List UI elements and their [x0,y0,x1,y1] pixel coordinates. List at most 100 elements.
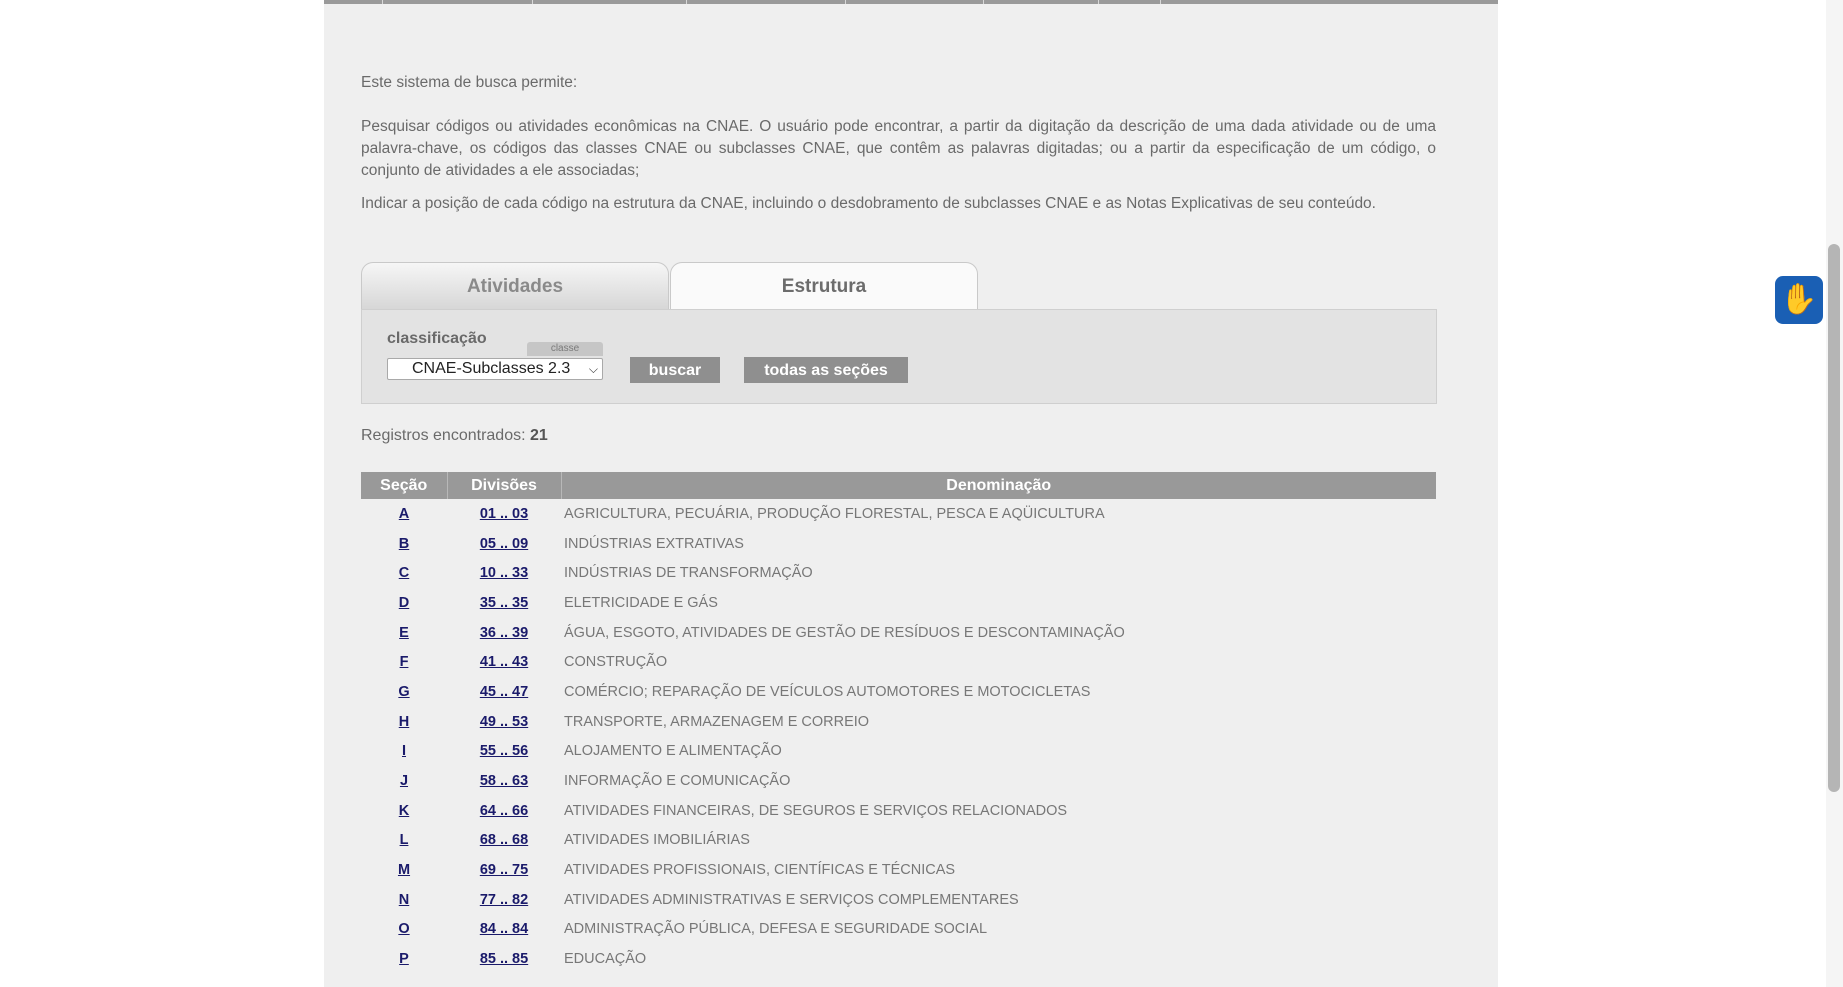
table-row: G 45 .. 47 COMÉRCIO; REPARAÇÃO DE VEÍCULOS… [361,677,1436,707]
cell-denominacao: EDUCAÇÃO [564,951,647,968]
nav-separator [983,0,984,4]
divisoes-link[interactable]: 85 .. 85 [480,951,528,967]
cell-divisoes: 85 .. 85 [447,944,561,974]
nav-separator [845,0,846,4]
divisoes-link[interactable]: 55 .. 56 [480,743,528,759]
intro-heading: Este sistema de busca permite: [361,74,578,91]
nav-separator [382,0,383,4]
intro-paragraph-pesquisar: Pesquisar códigos ou atividades econômic… [361,118,1436,179]
cell-secao: A [361,499,447,529]
table-row: C 10 .. 33 INDÚSTRIAS DE TRANSFORMAÇÃO [361,558,1436,588]
cell-divisoes: 64 .. 66 [447,796,561,826]
divisoes-link[interactable]: 84 .. 84 [480,921,528,937]
divisoes-link[interactable]: 68 .. 68 [480,832,528,848]
classe-tag: classe [527,342,603,356]
divisoes-link[interactable]: 35 .. 35 [480,595,528,611]
nav-separator [1098,0,1099,4]
cell-divisoes: 68 .. 68 [447,826,561,856]
table-row: K 64 .. 66 ATIVIDADES FINANCEIRAS, DE SEGU… [361,796,1436,826]
secao-link[interactable]: N [399,892,409,908]
table-row: M 69 .. 75 ATIVIDADES PROFISSIONAIS, CIENT… [361,855,1436,885]
cell-secao: P [361,944,447,974]
divisoes-link[interactable]: 45 .. 47 [480,684,528,700]
select-value: CNAE-Subclasses 2.3 [412,360,571,377]
table-row: N 77 .. 82 ATIVIDADES ADMINISTRATIVAS E SE… [361,885,1436,915]
table-row: L 68 .. 68 ATIVIDADES IMOBILIÁRIAS [361,826,1436,856]
secao-link[interactable]: L [400,832,409,848]
secao-link[interactable]: K [399,803,409,819]
table-row: B 05 .. 09 INDÚSTRIAS EXTRATIVAS [361,529,1436,559]
cell-denominacao: ATIVIDADES PROFISSIONAIS, CIENTÍFICAS E … [564,862,956,879]
cell-secao: G [361,677,447,707]
cell-denominacao: ÁGUA, ESGOTO, ATIVIDADES DE GESTÃO DE RE… [564,624,1125,641]
secao-link[interactable]: O [398,921,409,937]
secao-link[interactable]: B [399,536,409,552]
table-row: P 85 .. 85 EDUCAÇÃO [361,944,1436,974]
secao-link[interactable]: E [399,625,409,641]
cell-denominacao: ATIVIDADES IMOBILIÁRIAS [564,832,750,849]
secao-link[interactable]: G [398,684,409,700]
cell-divisoes: 35 .. 35 [447,588,561,618]
cell-secao: C [361,558,447,588]
records-label: Registros encontrados: [361,427,526,444]
tab-atividades[interactable]: Atividades [361,262,669,310]
divisoes-link[interactable]: 10 .. 33 [480,565,528,581]
header-secao: Seção [361,472,448,499]
secao-link[interactable]: I [402,743,406,759]
cell-divisoes: 45 .. 47 [447,677,561,707]
cell-denominacao: COMÉRCIO; REPARAÇÃO DE VEÍCULOS AUTOMOTO… [564,683,1091,700]
cell-secao: O [361,915,447,945]
divisoes-link[interactable]: 49 .. 53 [480,714,528,730]
todas-secoes-button[interactable]: todas as seções [744,357,908,383]
cell-secao: H [361,707,447,737]
cell-denominacao: ATIVIDADES ADMINISTRATIVAS E SERVIÇOS CO… [564,891,1019,908]
scrollbar-thumb[interactable] [1828,244,1840,792]
cell-denominacao: ALOJAMENTO E ALIMENTAÇÃO [564,743,782,760]
secao-link[interactable]: J [400,773,408,789]
sign-language-hands-icon[interactable]: ✋ [1775,276,1823,324]
nav-separator [532,0,533,4]
cell-divisoes: 05 .. 09 [447,529,561,559]
records-count: 21 [529,427,548,444]
divisoes-link[interactable]: 64 .. 66 [480,803,528,819]
cell-secao: F [361,647,447,677]
divisoes-link[interactable]: 77 .. 82 [480,892,528,908]
cell-divisoes: 69 .. 75 [447,855,561,885]
cell-secao: E [361,618,447,648]
top-navigation-bar [324,0,1498,4]
classificacao-select[interactable]: CNAE-Subclasses 2.3 ⌵ [387,358,603,380]
table-row: H 49 .. 53 TRANSPORTE, ARMAZENAGEM E CORRE… [361,707,1436,737]
cell-denominacao: CONSTRUÇÃO [564,654,668,671]
cell-denominacao: AGRICULTURA, PECUÁRIA, PRODUÇÃO FLORESTA… [564,505,1105,522]
tab-estrutura[interactable]: Estrutura [670,262,978,311]
table-row: O 84 .. 84 ADMINISTRAÇÃO PÚBLICA, DEFESA E… [361,915,1436,945]
cell-divisoes: 10 .. 33 [447,558,561,588]
divisoes-link[interactable]: 05 .. 09 [480,536,528,552]
table-row: J 58 .. 63 INFORMAÇÃO E COMUNICAÇÃO [361,766,1436,796]
secao-link[interactable]: C [399,565,409,581]
secao-link[interactable]: M [398,862,410,878]
divisoes-link[interactable]: 01 .. 03 [480,506,528,522]
cell-denominacao: ATIVIDADES FINANCEIRAS, DE SEGUROS E SER… [564,802,1068,819]
divisoes-link[interactable]: 36 .. 39 [480,625,528,641]
table-row: E 36 .. 39 ÁGUA, ESGOTO, ATIVIDADES DE GES… [361,618,1436,648]
nav-separator [686,0,687,4]
secao-link[interactable]: A [399,506,409,522]
divisoes-link[interactable]: 41 .. 43 [480,654,528,670]
cell-divisoes: 36 .. 39 [447,618,561,648]
cell-divisoes: 77 .. 82 [447,885,561,915]
divisoes-link[interactable]: 69 .. 75 [480,862,528,878]
chevron-down-icon: ⌵ [588,362,598,376]
secao-link[interactable]: H [399,714,409,730]
table-row: A 01 .. 03 AGRICULTURA, PECUÁRIA, PRODUÇÃO… [361,499,1436,529]
search-panel: classificação classe CNAE-Subclasses 2.3… [361,309,1437,404]
cell-divisoes: 01 .. 03 [447,499,561,529]
divisoes-link[interactable]: 58 .. 63 [480,773,528,789]
cell-denominacao: ADMINISTRAÇÃO PÚBLICA, DEFESA E SEGURIDA… [564,921,988,938]
cell-denominacao: INDÚSTRIAS DE TRANSFORMAÇÃO [564,565,813,582]
cell-denominacao: ELETRICIDADE E GÁS [564,594,718,611]
secao-link[interactable]: D [399,595,409,611]
secao-link[interactable]: P [399,951,409,967]
buscar-button[interactable]: buscar [630,357,720,383]
secao-link[interactable]: F [400,654,409,670]
